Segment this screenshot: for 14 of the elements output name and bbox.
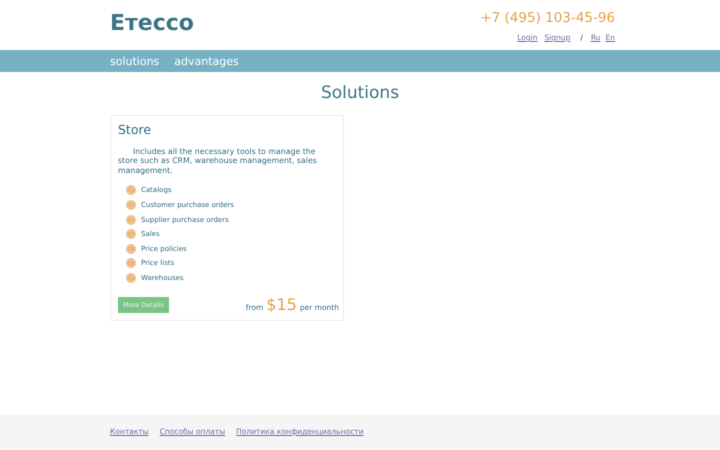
bullet-icon xyxy=(126,258,136,268)
bullet-icon xyxy=(126,214,136,225)
bullet-icon xyxy=(126,185,136,196)
nav-link[interactable]: advantages xyxy=(174,54,239,68)
phone-number: +7 (495) 103-45-96 xyxy=(480,10,615,26)
price: $15 xyxy=(266,295,297,314)
page-title: Solutions xyxy=(320,83,400,103)
card-title: Store xyxy=(118,122,152,137)
bullet-icon xyxy=(126,272,136,283)
nav-link[interactable]: solutions xyxy=(110,54,160,68)
site-logo[interactable]: Етессо xyxy=(110,11,194,36)
bullet-icon xyxy=(126,229,136,240)
bullet-icon xyxy=(126,200,136,210)
bullet-icon xyxy=(126,244,136,254)
